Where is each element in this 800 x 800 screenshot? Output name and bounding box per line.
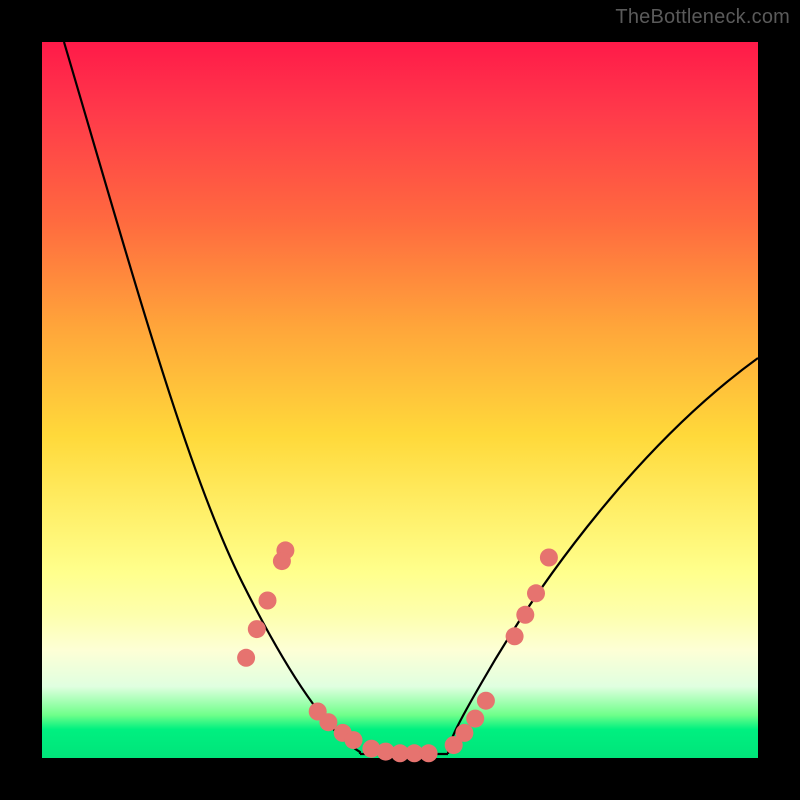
data-dot [477,692,495,710]
data-dot [237,649,255,667]
data-dot [540,549,558,567]
left-curve [64,42,360,754]
data-dot [248,620,266,638]
data-dot [466,710,484,728]
data-dot [516,606,534,624]
chart-frame: TheBottleneck.com [0,0,800,800]
data-dot [345,731,363,749]
data-dot [527,584,545,602]
plot-area [42,42,758,758]
curve-layer [42,42,758,758]
data-dot [259,592,277,610]
data-dot [506,627,524,645]
data-dot [420,744,438,762]
right-curve [448,358,758,754]
watermark-text: TheBottleneck.com [615,6,790,29]
data-dot [273,552,291,570]
dot-group [237,541,558,762]
data-dot [455,724,473,742]
data-dot [319,713,337,731]
